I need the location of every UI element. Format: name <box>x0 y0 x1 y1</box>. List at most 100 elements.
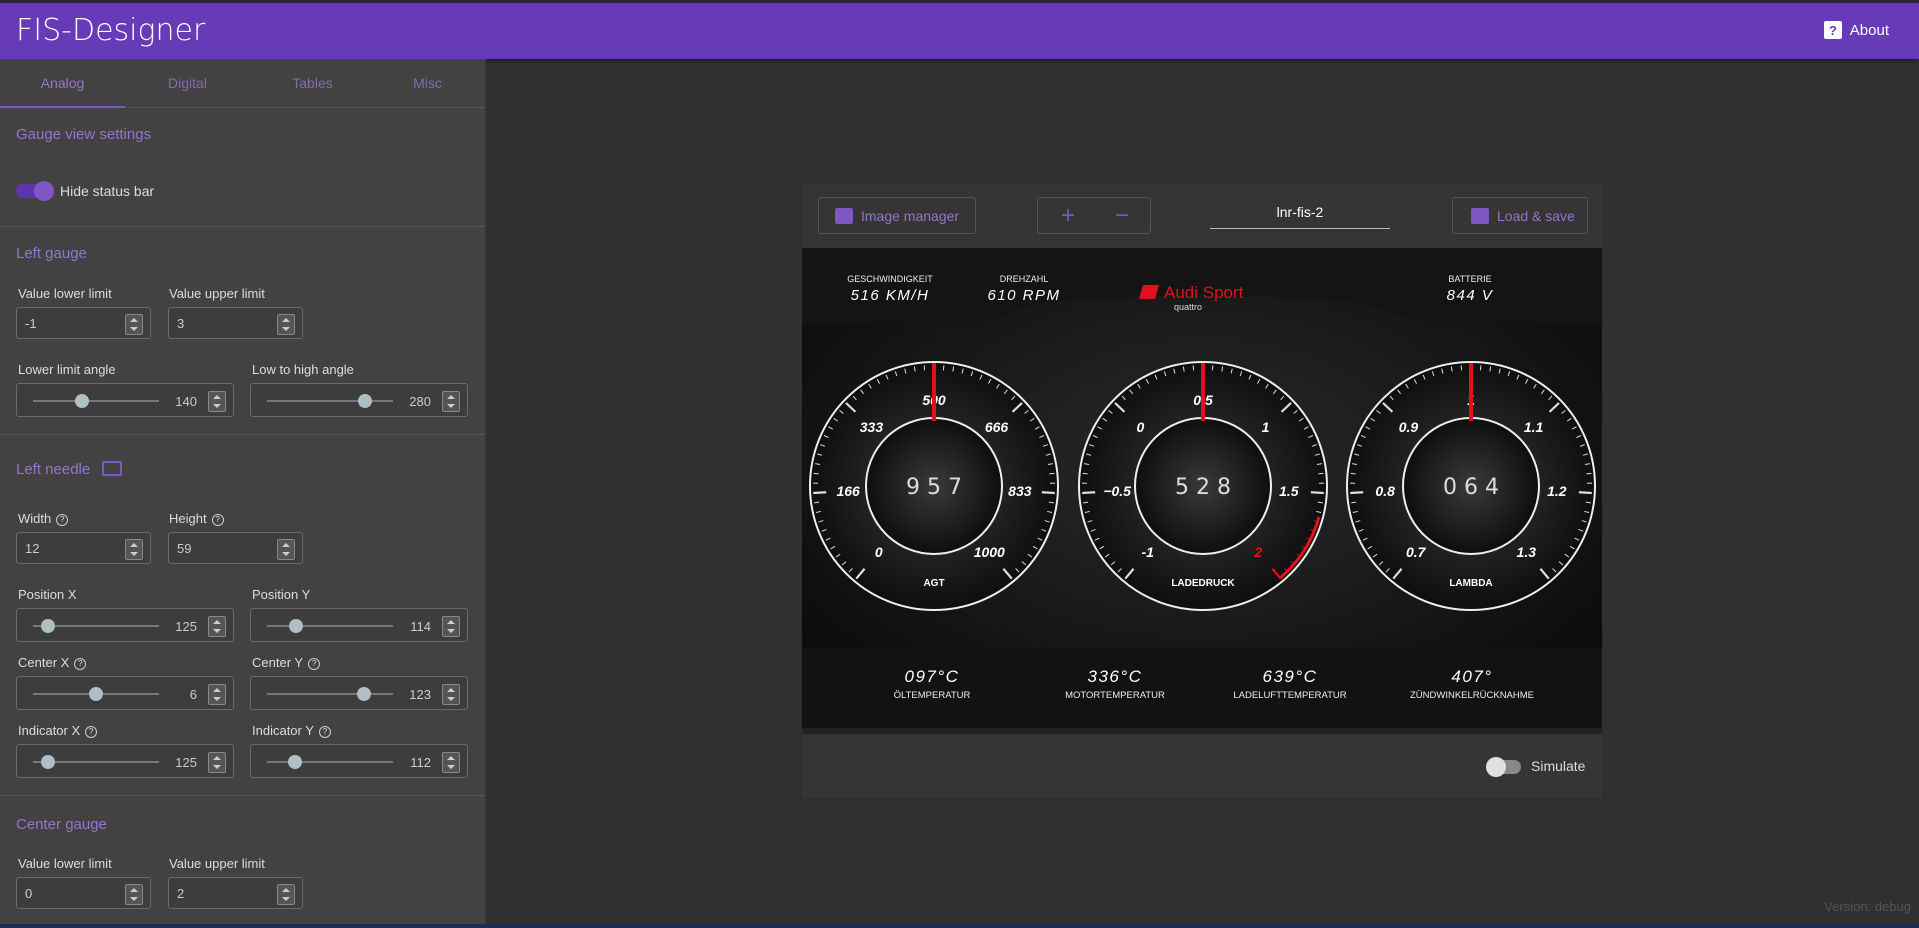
tab-active-indicator <box>0 106 125 108</box>
tab-digital[interactable]: Digital <box>125 59 250 107</box>
left-needle-title: Left needle <box>16 461 91 478</box>
gauge-tick-label: 1.3 <box>1517 544 1537 560</box>
hide-status-bar-toggle-thumb[interactable] <box>34 181 54 201</box>
left-gauge-title: Left gauge <box>16 245 87 262</box>
center-y-slider[interactable]: 123 <box>250 676 468 710</box>
gauge-tick <box>1350 491 1364 495</box>
needle-height-value: 59 <box>177 541 192 556</box>
spinner-icon[interactable] <box>442 752 460 773</box>
spinner-icon[interactable] <box>442 684 460 705</box>
tab-misc[interactable]: Misc <box>365 59 485 107</box>
spinner-icon[interactable] <box>277 539 295 560</box>
gauge-needle <box>1469 363 1473 421</box>
lower-limit-angle-value: 140 <box>175 394 197 409</box>
slider-track <box>267 761 393 763</box>
gauge-ladedruck: -1−0.500.511.525 2 8LADEDRUCK <box>1078 361 1328 611</box>
slider-thumb[interactable] <box>287 755 302 769</box>
left-gauge-lower-limit-value: -1 <box>25 316 37 331</box>
spinner-icon[interactable] <box>277 884 295 905</box>
left-gauge-upper-limit-input[interactable]: 3 <box>168 307 303 339</box>
spinner-icon[interactable] <box>442 616 460 637</box>
gauge-tick-label: 1.5 <box>1279 483 1299 499</box>
app-bar: FIS-Designer ? About <box>0 3 1919 59</box>
gauge-tick <box>1310 491 1324 495</box>
gauge-tick <box>1041 491 1055 495</box>
center-gauge-lower-limit-input[interactable]: 0 <box>16 877 151 909</box>
center-gauge-upper-limit-input[interactable]: 2 <box>168 877 303 909</box>
about-button[interactable]: ? About <box>1823 21 1889 39</box>
low-to-high-angle-value: 280 <box>409 394 431 409</box>
needle-height-label: Height? <box>169 511 224 526</box>
slider-thumb[interactable] <box>41 755 56 769</box>
indicator-y-slider[interactable]: 112 <box>250 744 468 778</box>
slider-thumb[interactable] <box>75 394 90 408</box>
bottom-panel <box>802 648 1602 728</box>
gauge-digital-value: 5 2 8 <box>1175 475 1231 500</box>
bottom-readout-label: MOTORTEMPERATUR <box>1065 690 1165 701</box>
gauge-needle <box>1201 363 1205 421</box>
center-gauge-upper-limit-value: 2 <box>177 886 185 901</box>
gauge-tick-label: 333 <box>860 419 884 435</box>
spinner-icon[interactable] <box>208 391 226 412</box>
needle-height-input[interactable]: 59 <box>168 532 303 564</box>
gauge-digital-value: 9 5 7 <box>906 475 962 500</box>
design-name-input[interactable]: lnr-fis-2 <box>1210 204 1390 229</box>
settings-sidebar: Analog Digital Tables Misc Gauge view se… <box>0 59 486 928</box>
lower-limit-angle-slider[interactable]: 140 <box>16 383 234 417</box>
tab-tables[interactable]: Tables <box>250 59 375 107</box>
center-x-slider[interactable]: 6 <box>16 676 234 710</box>
position-x-label: Position X <box>18 587 77 602</box>
taskbar-edge <box>0 924 1919 928</box>
spinner-icon[interactable] <box>208 684 226 705</box>
gauge-tick <box>1083 501 1089 504</box>
position-y-slider[interactable]: 114 <box>250 608 468 642</box>
image-icon[interactable] <box>102 461 122 476</box>
indicator-x-slider[interactable]: 125 <box>16 744 234 778</box>
indicator-x-value: 125 <box>175 755 197 770</box>
spinner-icon[interactable] <box>208 616 226 637</box>
position-x-slider[interactable]: 125 <box>16 608 234 642</box>
image-manager-button[interactable]: Image manager <box>818 197 976 234</box>
gauge-tick <box>814 501 820 504</box>
gauge-tick-label: 1.2 <box>1547 483 1567 499</box>
slider-thumb[interactable] <box>288 619 303 633</box>
gauge-lambda: 0.70.80.911.11.21.30 6 4LAMBDA <box>1346 361 1596 611</box>
image-manager-label: Image manager <box>861 207 960 224</box>
slider-thumb[interactable] <box>357 687 372 701</box>
simulate-toggle-thumb[interactable] <box>1486 757 1506 777</box>
bottom-readout-value: 407° <box>1451 667 1492 686</box>
spinner-icon[interactable] <box>442 391 460 412</box>
slider-thumb[interactable] <box>89 687 103 701</box>
low-to-high-angle-slider[interactable]: 280 <box>250 383 468 417</box>
gauge-tick-label: 2 <box>1253 544 1262 560</box>
slider-track <box>267 693 393 695</box>
center-y-label: Center Y? <box>252 655 321 670</box>
gauge-name: LADEDRUCK <box>1171 578 1235 589</box>
gauge-tick <box>813 491 827 495</box>
help-icon: ? <box>85 726 98 738</box>
gauge-tick-label: 1.1 <box>1524 419 1544 435</box>
spinner-icon[interactable] <box>125 884 143 905</box>
spinner-icon[interactable] <box>208 752 226 773</box>
left-gauge-upper-limit-label: Value upper limit <box>169 286 265 301</box>
spinner-icon[interactable] <box>125 314 143 335</box>
slider-thumb[interactable] <box>41 619 56 633</box>
gauge-tick-label: 166 <box>836 483 860 499</box>
zoom-in-button[interactable]: + <box>1040 200 1096 232</box>
gauge-tick <box>1351 501 1357 504</box>
spinner-icon[interactable] <box>277 314 295 335</box>
gauge-tick <box>1082 491 1096 495</box>
gauge-tick-label: 0.7 <box>1406 544 1427 560</box>
gauge-tick <box>1049 472 1055 475</box>
spinner-icon[interactable] <box>125 539 143 560</box>
needle-width-input[interactable]: 12 <box>16 532 151 564</box>
slider-thumb[interactable] <box>358 394 373 408</box>
load-save-button[interactable]: Load & save <box>1452 197 1588 234</box>
center-gauge-lower-limit-label: Value lower limit <box>18 856 112 871</box>
designer-toolbar: Image manager + − lnr-fis-2 Load & save <box>802 184 1602 248</box>
top-readout-label: DREHZAHL <box>1000 274 1049 284</box>
zoom-out-button[interactable]: − <box>1094 200 1150 232</box>
indicator-y-label: Indicator Y? <box>252 723 331 738</box>
left-gauge-lower-limit-input[interactable]: -1 <box>16 307 151 339</box>
tab-analog[interactable]: Analog <box>0 59 125 107</box>
